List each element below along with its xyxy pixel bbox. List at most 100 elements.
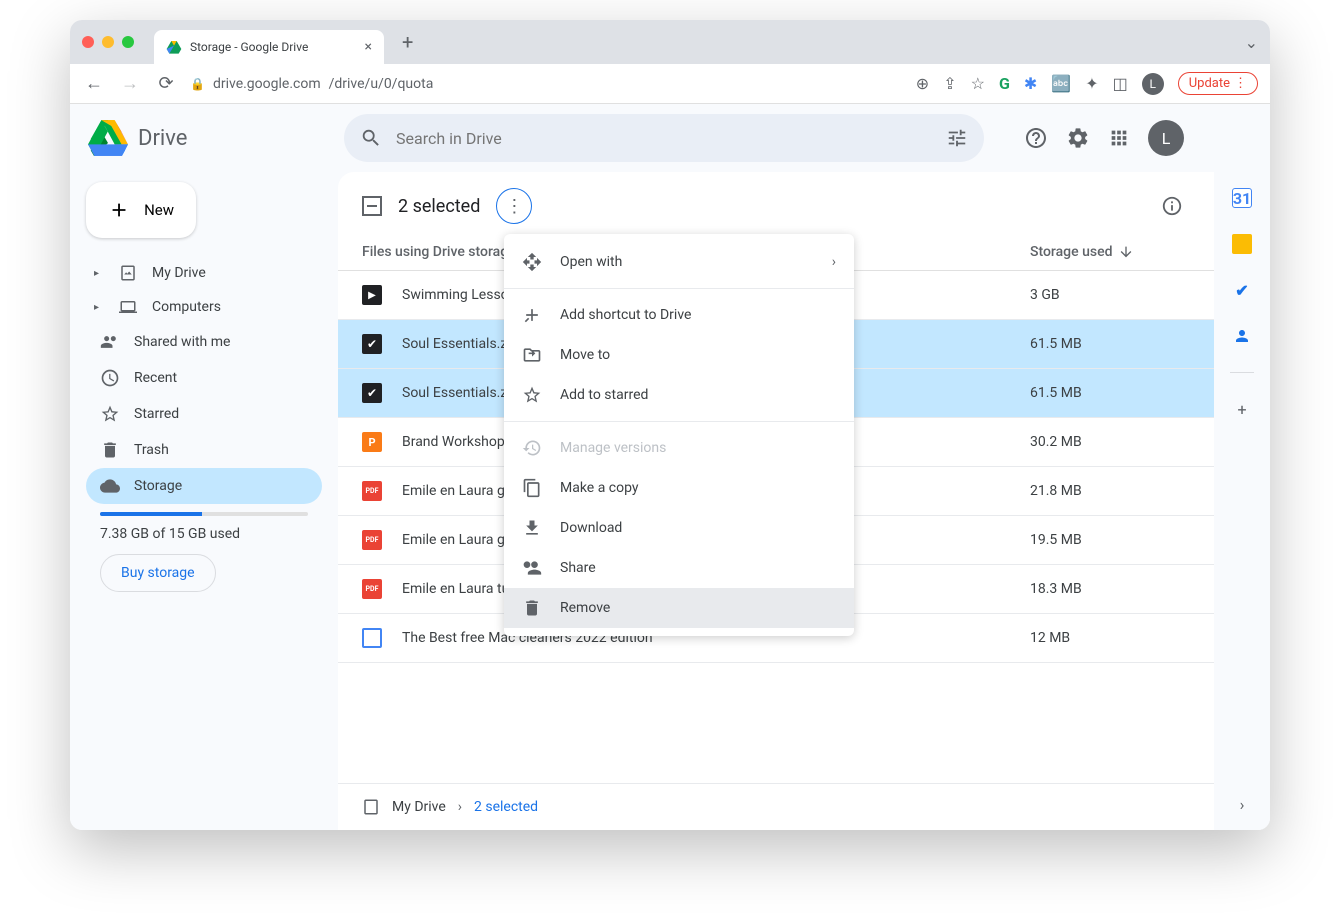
menu-item-move[interactable]: Move to bbox=[504, 335, 854, 375]
side-panel-toggle-icon[interactable]: ◫ bbox=[1113, 74, 1128, 93]
drive-logo[interactable]: Drive bbox=[88, 118, 328, 158]
drive-logo-icon bbox=[88, 118, 128, 158]
menu-divider bbox=[504, 288, 854, 289]
zoom-icon[interactable]: ⊕ bbox=[916, 74, 929, 93]
menu-item-share[interactable]: Share bbox=[504, 548, 854, 588]
expand-icon[interactable]: ▸ bbox=[94, 302, 104, 313]
tab-close-icon[interactable]: × bbox=[365, 39, 372, 55]
shortcut-icon bbox=[522, 305, 542, 325]
column-storage-heading[interactable]: Storage used bbox=[1030, 244, 1190, 260]
breadcrumb-current[interactable]: 2 selected bbox=[474, 799, 538, 815]
search-input[interactable] bbox=[396, 129, 932, 148]
sidebar-item-label: Starred bbox=[134, 406, 179, 422]
file-size: 30.2 MB bbox=[1030, 434, 1190, 450]
sidebar-item-label: My Drive bbox=[152, 265, 206, 281]
content-panel: 2 selected ⋮ Files using Drive storage S… bbox=[338, 172, 1214, 830]
translate-ext-icon[interactable]: 🔤 bbox=[1051, 74, 1071, 93]
window-controls bbox=[82, 36, 134, 48]
extensions-icon[interactable]: ✦ bbox=[1085, 74, 1098, 93]
star-icon bbox=[100, 404, 120, 424]
sidebar-item-trash[interactable]: Trash bbox=[86, 432, 322, 468]
file-checkbox[interactable]: ✔ bbox=[362, 383, 382, 403]
app-body: New ▸ My Drive ▸ Computers Shared with m… bbox=[70, 172, 1270, 830]
file-size: 19.5 MB bbox=[1030, 532, 1190, 548]
new-tab-button[interactable]: + bbox=[392, 30, 423, 54]
open-icon bbox=[522, 252, 542, 272]
menu-item-label: Share bbox=[560, 560, 596, 576]
minimize-window-button[interactable] bbox=[102, 36, 114, 48]
storage-usage-text: 7.38 GB of 15 GB used bbox=[100, 526, 308, 542]
sidebar-item-label: Shared with me bbox=[134, 334, 230, 350]
contacts-icon[interactable] bbox=[1232, 326, 1252, 346]
sidebar-item-starred[interactable]: Starred bbox=[86, 396, 322, 432]
menu-item-label: Open with bbox=[560, 254, 622, 270]
storage-progress-fill bbox=[100, 512, 202, 516]
close-window-button[interactable] bbox=[82, 36, 94, 48]
extension-icon[interactable]: ✱ bbox=[1024, 74, 1037, 93]
profile-avatar[interactable]: L bbox=[1142, 73, 1164, 95]
menu-item-shortcut[interactable]: Add shortcut to Drive bbox=[504, 295, 854, 335]
new-button-label: New bbox=[144, 201, 174, 219]
back-button[interactable]: ← bbox=[82, 73, 106, 94]
buy-storage-button[interactable]: Buy storage bbox=[100, 554, 216, 592]
menu-item-label: Remove bbox=[560, 600, 610, 616]
versions-icon bbox=[522, 438, 542, 458]
storage-progress bbox=[100, 512, 308, 516]
drive-favicon bbox=[166, 39, 182, 55]
plus-icon bbox=[108, 198, 130, 222]
help-icon[interactable] bbox=[1024, 126, 1048, 150]
sidebar-item-computers[interactable]: ▸ Computers bbox=[86, 290, 322, 324]
maximize-window-button[interactable] bbox=[122, 36, 134, 48]
expand-icon[interactable]: ▸ bbox=[94, 268, 104, 279]
tasks-icon[interactable]: ✔ bbox=[1232, 280, 1252, 300]
main-area: 2 selected ⋮ Files using Drive storage S… bbox=[338, 172, 1270, 830]
menu-item-trash[interactable]: Remove bbox=[504, 588, 854, 628]
grammarly-ext-icon[interactable]: G bbox=[999, 74, 1010, 93]
menu-item-label: Manage versions bbox=[560, 440, 666, 456]
file-size: 21.8 MB bbox=[1030, 483, 1190, 499]
settings-icon[interactable] bbox=[1066, 126, 1090, 150]
menu-dots-icon: ⋮ bbox=[1234, 76, 1247, 91]
menu-item-open[interactable]: Open with› bbox=[504, 242, 854, 282]
address-bar-row: ← → ⟳ 🔒 drive.google.com/drive/u/0/quota… bbox=[70, 64, 1270, 104]
sidebar-item-shared[interactable]: Shared with me bbox=[86, 324, 322, 360]
breadcrumb-root[interactable]: My Drive bbox=[392, 799, 446, 815]
info-button[interactable] bbox=[1154, 188, 1190, 224]
tabs-dropdown-icon[interactable]: ⌄ bbox=[1245, 33, 1258, 52]
sidebar-item-my-drive[interactable]: ▸ My Drive bbox=[86, 256, 322, 290]
info-icon bbox=[1161, 195, 1183, 217]
computers-icon bbox=[118, 298, 138, 316]
menu-item-copy[interactable]: Make a copy bbox=[504, 468, 854, 508]
menu-item-download[interactable]: Download bbox=[504, 508, 854, 548]
apps-icon[interactable] bbox=[1108, 127, 1130, 149]
new-button[interactable]: New bbox=[86, 182, 196, 238]
bookmark-icon[interactable]: ☆ bbox=[971, 74, 985, 93]
browser-tab[interactable]: Storage - Google Drive × bbox=[154, 30, 384, 64]
collapse-panel-icon[interactable]: › bbox=[1232, 794, 1252, 814]
trash-icon bbox=[522, 598, 542, 618]
panel-divider bbox=[1230, 372, 1254, 373]
file-size: 61.5 MB bbox=[1030, 385, 1190, 401]
search-bar[interactable] bbox=[344, 114, 984, 162]
keep-icon[interactable] bbox=[1232, 234, 1252, 254]
forward-button[interactable]: → bbox=[118, 73, 142, 94]
reload-button[interactable]: ⟳ bbox=[154, 73, 178, 94]
add-panel-button[interactable]: + bbox=[1232, 399, 1252, 419]
selection-header: 2 selected ⋮ bbox=[338, 172, 1214, 234]
sidebar-item-label: Computers bbox=[152, 299, 221, 315]
calendar-icon[interactable]: 31 bbox=[1232, 188, 1252, 208]
sidebar-item-recent[interactable]: Recent bbox=[86, 360, 322, 396]
more-actions-button[interactable]: ⋮ bbox=[496, 188, 532, 224]
sidebar-item-storage[interactable]: Storage bbox=[86, 468, 322, 504]
download-icon bbox=[522, 518, 542, 538]
account-avatar[interactable]: L bbox=[1148, 120, 1184, 156]
share-icon[interactable]: ⇪ bbox=[943, 74, 956, 93]
menu-item-star[interactable]: Add to starred bbox=[504, 375, 854, 415]
side-panel: 31 ✔ + › bbox=[1214, 172, 1270, 830]
menu-item-versions: Manage versions bbox=[504, 428, 854, 468]
update-button[interactable]: Update⋮ bbox=[1178, 72, 1258, 95]
search-options-icon[interactable] bbox=[946, 127, 968, 149]
selection-checkbox[interactable] bbox=[362, 196, 382, 216]
address-bar[interactable]: 🔒 drive.google.com/drive/u/0/quota bbox=[190, 76, 904, 92]
file-checkbox[interactable]: ✔ bbox=[362, 334, 382, 354]
